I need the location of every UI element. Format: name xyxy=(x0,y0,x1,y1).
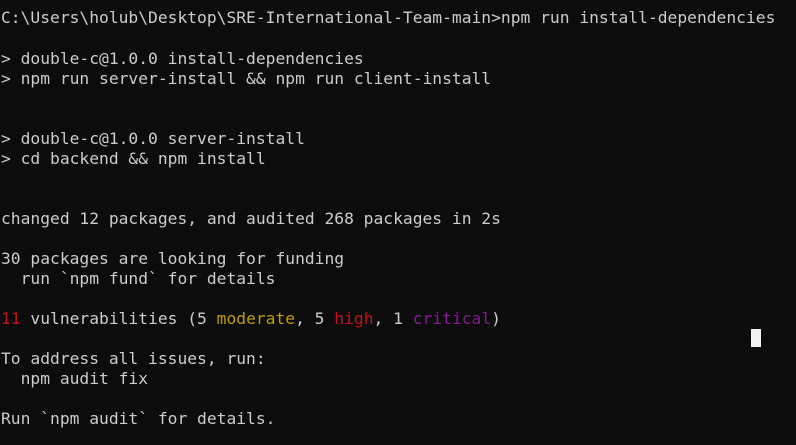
vulnerability-count: 11 xyxy=(1,309,21,328)
vulnerabilities-line: 11 vulnerabilities (5 moderate, 5 high, … xyxy=(1,309,501,329)
script-header-line: > double-c@1.0.0 server-install xyxy=(1,129,305,148)
command-line: C:\Users\holub\Desktop\SRE-International… xyxy=(1,8,776,27)
audit-details-line: Run `npm audit` for details. xyxy=(1,409,276,428)
text-cursor xyxy=(751,329,761,347)
script-header-line: > double-c@1.0.0 install-dependencies xyxy=(1,49,364,68)
install-summary-line: changed 12 packages, and audited 268 pac… xyxy=(1,209,501,228)
terminal-window[interactable]: C:\Users\holub\Desktop\SRE-International… xyxy=(0,0,796,445)
funding-hint-line: run `npm fund` for details xyxy=(1,269,276,288)
critical-label: critical xyxy=(412,309,492,328)
script-command-line: > cd backend && npm install xyxy=(1,149,266,168)
high-label: high xyxy=(334,309,374,328)
audit-fix-command-line: npm audit fix xyxy=(1,369,149,388)
vulnerability-text: , 1 xyxy=(373,309,413,328)
script-command-line: > npm run server-install && npm run clie… xyxy=(1,69,492,88)
moderate-label: moderate xyxy=(216,309,296,328)
audit-hint-line: To address all issues, run: xyxy=(1,349,266,368)
vulnerability-text: vulnerabilities (5 xyxy=(20,309,217,328)
funding-line: 30 packages are looking for funding xyxy=(1,249,345,268)
vulnerability-text: ) xyxy=(491,309,501,328)
vulnerability-text: , 5 xyxy=(295,309,335,328)
